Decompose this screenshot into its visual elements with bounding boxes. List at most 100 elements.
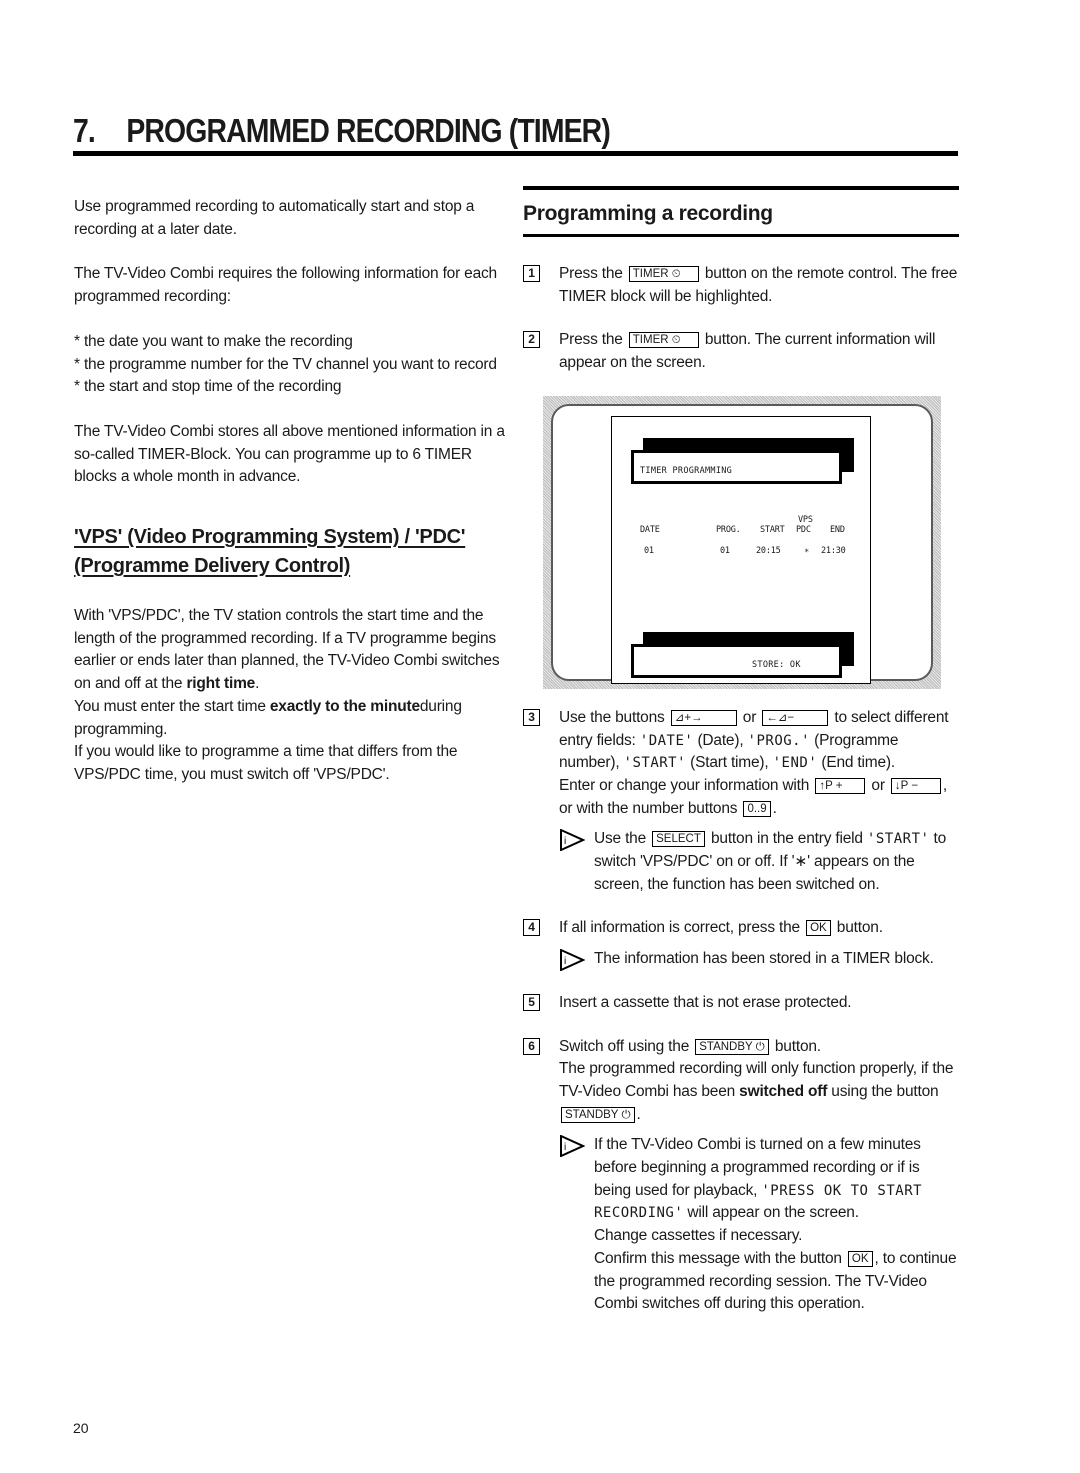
text: Change cassettes if necessary. — [594, 1227, 803, 1245]
list-item: * the start and stop time of the recordi… — [74, 378, 342, 396]
osd-value-end: 21:30 — [821, 545, 846, 556]
next-field-key: ⊿+→ — [670, 709, 737, 726]
right-column: Programming a recording 1 Press the TIME… — [523, 186, 959, 1337]
step-3: 3 Use the buttons ⊿+→ or ←⊿− to select d… — [523, 707, 959, 897]
step-number: 4 — [523, 919, 540, 937]
text: button. — [770, 1037, 821, 1055]
number-keys: 0..9 — [743, 800, 771, 817]
vps-heading: 'VPS' (Video Programming System) / 'PDC'… — [74, 526, 466, 578]
osd-store-ok: STORE: OK — [752, 659, 801, 670]
text: . — [636, 1105, 641, 1123]
tv-screen: TIMER PROGRAMMING DATE PROG. START VPS P… — [611, 415, 871, 684]
text: or — [738, 708, 761, 726]
text: With 'VPS/PDC', the TV station controls … — [74, 607, 500, 693]
text: (Date), — [693, 731, 748, 749]
step-number: 6 — [523, 1037, 540, 1055]
field-name: 'START' — [866, 831, 930, 848]
text: If all information is correct, press the — [559, 919, 805, 937]
requirements-list: * the date you want to make the recordin… — [74, 331, 514, 399]
chapter-title: 7. PROGRAMMED RECORDING (TIMER) — [73, 112, 611, 150]
left-column: Use programmed recording to automaticall… — [74, 196, 514, 787]
chapter-rule — [73, 151, 958, 156]
emphasis: switched off — [739, 1082, 828, 1100]
osd-header-pdc: PDC — [796, 524, 811, 535]
info-note: i Use the SELECT button in the entry fie… — [559, 828, 959, 896]
field-name: 'START' — [623, 755, 687, 772]
text: Press the — [559, 331, 627, 349]
channel-up-key: ↑P + — [815, 777, 866, 794]
osd-header-date: DATE — [640, 524, 660, 535]
prev-field-key: ←⊿− — [762, 709, 829, 726]
timer-key: TIMER ⏲ — [628, 332, 699, 349]
ok-key: OK — [847, 1250, 873, 1267]
emphasis: right time — [186, 675, 256, 693]
step-2: 2 Press the TIMER ⏲ button. The current … — [523, 329, 959, 374]
step-number: 3 — [523, 708, 540, 726]
list-item: * the programme number for the TV channe… — [74, 355, 497, 373]
info-note: i If the TV-Video Combi is turned on a f… — [559, 1134, 959, 1316]
text: Confirm this message with the button — [594, 1249, 846, 1267]
page-number: 20 — [73, 1420, 89, 1436]
text: Switch off using the — [559, 1037, 694, 1055]
vps-paragraph-2: You must enter the start time exactly to… — [74, 696, 514, 741]
text: Enter or change your information with — [559, 776, 814, 794]
osd-header-end: END — [830, 524, 845, 535]
text: (Start time), — [686, 754, 773, 772]
info-arrow-icon: i — [560, 1135, 585, 1158]
osd-value-prog: 01 — [720, 545, 730, 556]
svg-text:i: i — [564, 956, 566, 967]
text: button. — [832, 919, 883, 937]
vps-paragraph-1: With 'VPS/PDC', the TV station controls … — [74, 605, 514, 696]
info-note: i The information has been stored in a T… — [559, 948, 959, 972]
vps-paragraph-3: If you would like to programme a time th… — [74, 743, 458, 783]
text: using the button — [827, 1082, 939, 1100]
text: (End time). — [817, 754, 895, 772]
osd-value-vps: ∗ — [804, 545, 809, 556]
tv-bezel: TIMER PROGRAMMING DATE PROG. START VPS P… — [551, 403, 933, 684]
timer-key: TIMER ⏲ — [628, 266, 699, 282]
osd-header-start: START — [760, 524, 785, 535]
osd-store-box: STORE: OK — [631, 643, 842, 678]
intro-paragraph: Use programmed recording to automaticall… — [74, 198, 475, 238]
text: The information has been stored in a TIM… — [594, 950, 934, 968]
text: . — [772, 799, 777, 817]
info-arrow-icon: i — [560, 949, 585, 972]
text: Use the buttons — [559, 708, 669, 726]
standby-key: STANDBY ⏻ — [695, 1038, 769, 1055]
chapter-title-text: PROGRAMMED RECORDING (TIMER) — [126, 112, 610, 149]
osd-value-start: 20:15 — [756, 545, 781, 556]
text: Press the — [559, 265, 627, 282]
standby-key: STANDBY ⏻ — [561, 1106, 635, 1123]
text: button in the entry field — [706, 830, 867, 848]
step-5: 5 Insert a cassette that is not erase pr… — [523, 992, 959, 1015]
osd-value-date: 01 — [644, 545, 654, 556]
ok-key: OK — [806, 920, 831, 937]
text: . — [255, 675, 260, 693]
osd-header-prog: PROG. — [716, 524, 741, 535]
stores-paragraph: The TV-Video Combi stores all above ment… — [74, 422, 505, 486]
osd-title-box: TIMER PROGRAMMING — [631, 449, 842, 484]
channel-down-key: ↓P − — [890, 777, 941, 794]
text: or — [867, 776, 889, 794]
list-item: * the date you want to make the recordin… — [74, 332, 353, 350]
step-4: 4 If all information is correct, press t… — [523, 917, 959, 972]
section-title: Programming a recording — [523, 202, 773, 225]
step-6: 6 Switch off using the STANDBY ⏻ button.… — [523, 1036, 959, 1316]
text: You must enter the start time — [74, 697, 270, 715]
field-name: 'DATE' — [639, 732, 694, 749]
step-number: 2 — [523, 331, 540, 349]
svg-text:i: i — [564, 836, 566, 847]
emphasis: exactly to the minute — [269, 697, 420, 715]
section-header: Programming a recording — [523, 186, 959, 237]
text: Insert a cassette that is not erase prot… — [559, 993, 852, 1011]
requires-paragraph: The TV-Video Combi requires the followin… — [74, 265, 497, 306]
info-arrow-icon: i — [560, 829, 585, 852]
step-1: 1 Press the TIMER ⏲ button on the remote… — [523, 263, 959, 308]
text: will appear on the screen. — [683, 1204, 859, 1222]
field-name: 'PROG.' — [747, 732, 811, 749]
manual-page: 7. PROGRAMMED RECORDING (TIMER) Use progr… — [0, 0, 1080, 1473]
svg-text:i: i — [564, 1142, 566, 1153]
tv-illustration: TIMER PROGRAMMING DATE PROG. START VPS P… — [543, 395, 941, 689]
osd-title: TIMER PROGRAMMING — [640, 465, 733, 476]
select-key: SELECT — [652, 831, 705, 848]
